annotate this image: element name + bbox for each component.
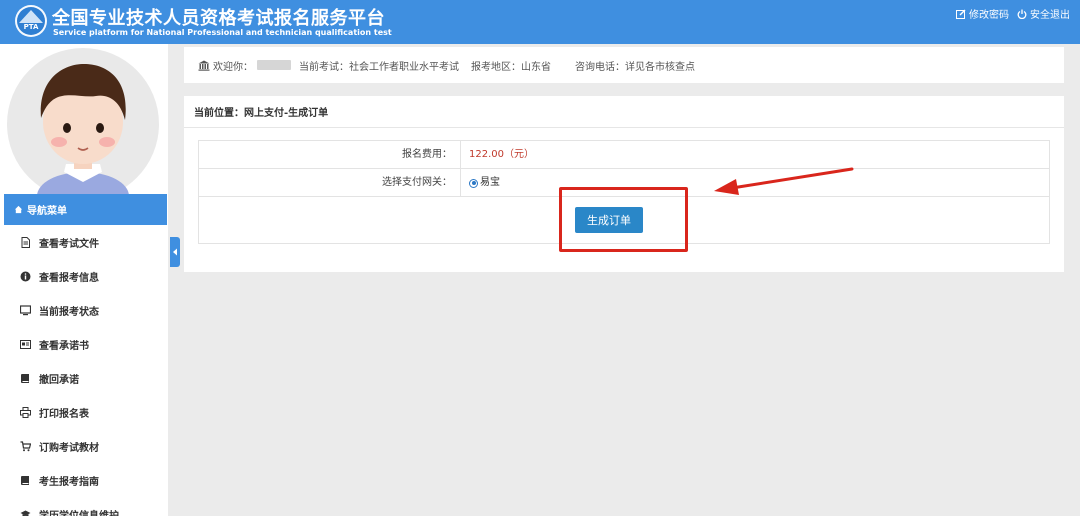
card-icon — [20, 339, 31, 349]
avatar — [7, 48, 159, 198]
power-icon — [1017, 9, 1027, 19]
welcome-greeting: 欢迎你： — [213, 61, 253, 73]
nav-menu-title: 导航菜单 — [27, 206, 67, 217]
fee-row: 报名费用： 122.00（元） — [199, 141, 1049, 169]
chevron-left-icon — [173, 248, 177, 256]
nav-list: 查看考试文件 查看报考信息 当前报考状态 查看承诺书 撤回承诺 打印报名表 订购… — [0, 225, 168, 516]
contact-phone: 咨询电话：详见各市核查点 — [575, 61, 695, 73]
sidebar-item-label: 查看考试文件 — [39, 238, 99, 250]
change-password-link[interactable]: 修改密码 — [956, 6, 1009, 21]
current-exam: 当前考试：社会工作者职业水平考试 — [299, 61, 459, 73]
breadcrumb: 当前位置：网上支付-生成订单 — [184, 96, 1064, 128]
site-subtitle: Service platform for National Profession… — [53, 28, 392, 37]
sidebar-item-label: 查看报考信息 — [39, 272, 99, 284]
gateway-radio[interactable] — [469, 178, 478, 188]
file-icon — [21, 236, 30, 248]
highlight-box — [559, 187, 688, 252]
logo-text: PTA — [24, 23, 39, 31]
sidebar-item-exam-files[interactable]: 查看考试文件 — [0, 225, 168, 259]
home-icon — [14, 205, 23, 214]
annotation-arrow-icon — [714, 167, 854, 195]
edit-icon — [956, 9, 966, 19]
gateway-label: 选择支付网关： — [199, 169, 461, 196]
fee-label: 报名费用： — [199, 141, 461, 168]
book-icon — [21, 475, 29, 485]
logout-label: 安全退出 — [1030, 10, 1070, 21]
sidebar-item-label: 当前报考状态 — [39, 306, 99, 318]
exam-region: 报考地区：山东省 — [471, 61, 551, 73]
redacted-username — [257, 60, 291, 70]
monitor-icon — [20, 304, 31, 315]
welcome-bar: 欢迎你： 当前考试：社会工作者职业水平考试 报考地区：山东省 咨询电话：详见各市… — [184, 47, 1064, 83]
sidebar-item-commitment[interactable]: 查看承诺书 — [0, 327, 168, 361]
sidebar-item-label: 打印报名表 — [39, 408, 89, 420]
logout-link[interactable]: 安全退出 — [1017, 6, 1070, 21]
pta-logo-icon: PTA — [15, 5, 47, 37]
info-icon — [20, 271, 31, 281]
sidebar-item-print-form[interactable]: 打印报名表 — [0, 395, 168, 429]
sidebar-item-label: 查看承诺书 — [39, 340, 89, 352]
top-header: PTA 全国专业技术人员资格考试报名服务平台 Service platform … — [0, 0, 1080, 44]
sidebar-item-guide[interactable]: 考生报考指南 — [0, 463, 168, 497]
sidebar-item-education-info[interactable]: 学历学位信息维护 — [0, 497, 168, 516]
sidebar-item-label: 考生报考指南 — [39, 476, 99, 488]
change-password-label: 修改密码 — [969, 10, 1009, 21]
sidebar-item-label: 撤回承诺 — [39, 374, 79, 386]
cart-icon — [20, 440, 31, 451]
sidebar-item-current-status[interactable]: 当前报考状态 — [0, 293, 168, 327]
sidebar-item-label: 学历学位信息维护 — [39, 510, 119, 516]
sidebar-item-label: 订购考试教材 — [39, 442, 99, 454]
sidebar-item-order-textbooks[interactable]: 订购考试教材 — [0, 429, 168, 463]
sidebar: 导航菜单 查看考试文件 查看报考信息 当前报考状态 查看承诺书 撤回承诺 打印报… — [0, 44, 168, 516]
gateway-option-label: 易宝 — [480, 177, 500, 188]
sidebar-item-registration-info[interactable]: 查看报考信息 — [0, 259, 168, 293]
graduation-cap-icon — [20, 510, 31, 516]
print-icon — [20, 406, 31, 418]
sidebar-item-withdraw-commitment[interactable]: 撤回承诺 — [0, 361, 168, 395]
bank-icon — [198, 60, 210, 71]
book-icon — [21, 373, 29, 383]
sidebar-collapse-toggle[interactable] — [170, 237, 180, 267]
site-title: 全国专业技术人员资格考试报名服务平台 — [52, 8, 385, 29]
nav-menu-header: 导航菜单 — [4, 194, 167, 225]
